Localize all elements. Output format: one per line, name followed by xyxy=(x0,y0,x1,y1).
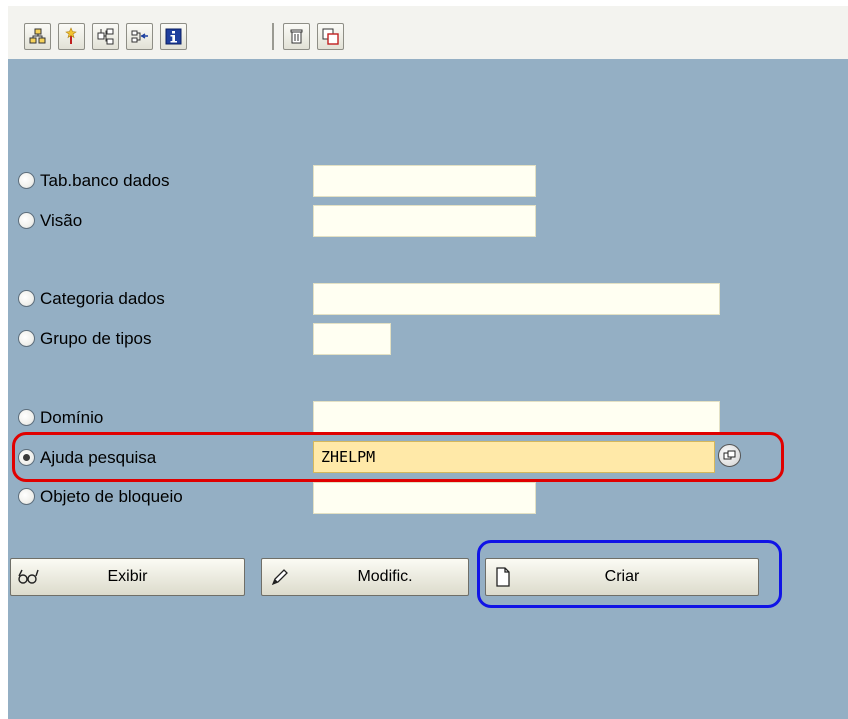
visao-field[interactable] xyxy=(313,205,536,237)
other-object-icon[interactable] xyxy=(126,23,153,50)
change-button-label: Modific. xyxy=(357,568,413,585)
delete-trash-icon[interactable] xyxy=(283,23,310,50)
radio-grupo-de-tipos[interactable] xyxy=(18,330,35,347)
grupo-de-tipos-field[interactable] xyxy=(313,323,391,355)
blue-highlight-annotation xyxy=(477,540,782,608)
label-tab-banco-dados: Tab.banco dados xyxy=(40,171,170,190)
label-objeto-de-bloqueio: Objeto de bloqueio xyxy=(40,487,183,506)
radio-categoria-dados[interactable] xyxy=(18,290,35,307)
activate-wand-icon[interactable] xyxy=(58,23,85,50)
tab-banco-dados-field[interactable] xyxy=(313,165,536,197)
display-button-label: Exibir xyxy=(107,568,148,585)
where-used-icon[interactable] xyxy=(92,23,119,50)
copy-icon[interactable] xyxy=(317,23,344,50)
label-visao: Visão xyxy=(40,211,83,230)
display-button[interactable]: Exibir xyxy=(10,558,245,596)
radio-visao[interactable] xyxy=(18,212,35,229)
label-categoria-dados: Categoria dados xyxy=(40,289,165,308)
dominio-field[interactable] xyxy=(313,401,720,433)
label-grupo-de-tipos: Grupo de tipos xyxy=(40,329,152,348)
application-toolbar xyxy=(8,5,848,59)
label-dominio: Domínio xyxy=(40,408,104,427)
objeto-de-bloqueio-field[interactable] xyxy=(313,482,536,514)
change-button[interactable]: Modific. xyxy=(261,558,469,596)
radio-objeto-de-bloqueio[interactable] xyxy=(18,488,35,505)
toolbar-separator xyxy=(272,23,274,50)
categoria-dados-field[interactable] xyxy=(313,283,720,315)
main-screen-area: Tab.banco dados Visão Categoria dados Gr… xyxy=(8,59,848,719)
info-icon[interactable] xyxy=(160,23,187,50)
radio-dominio[interactable] xyxy=(18,409,35,426)
red-highlight-annotation xyxy=(12,432,784,482)
hierarchy-icon[interactable] xyxy=(24,23,51,50)
radio-tab-banco-dados[interactable] xyxy=(18,172,35,189)
